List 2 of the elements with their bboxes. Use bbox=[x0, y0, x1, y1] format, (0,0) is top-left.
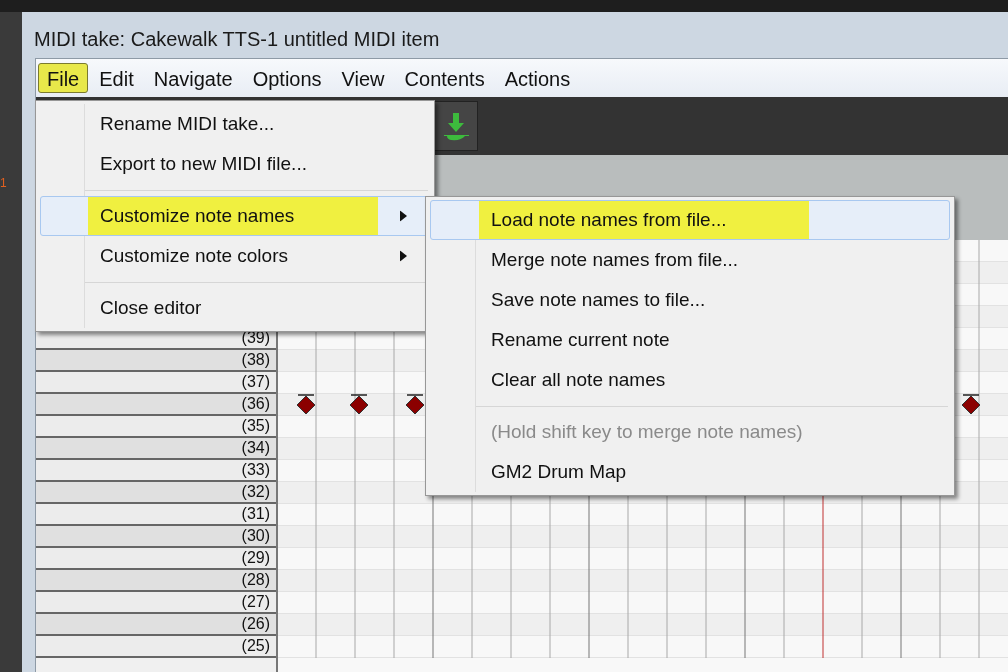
window-title: MIDI take: Cakewalk TTS-1 untitled MIDI item bbox=[34, 27, 440, 52]
panel-text: 1 bbox=[0, 177, 8, 189]
